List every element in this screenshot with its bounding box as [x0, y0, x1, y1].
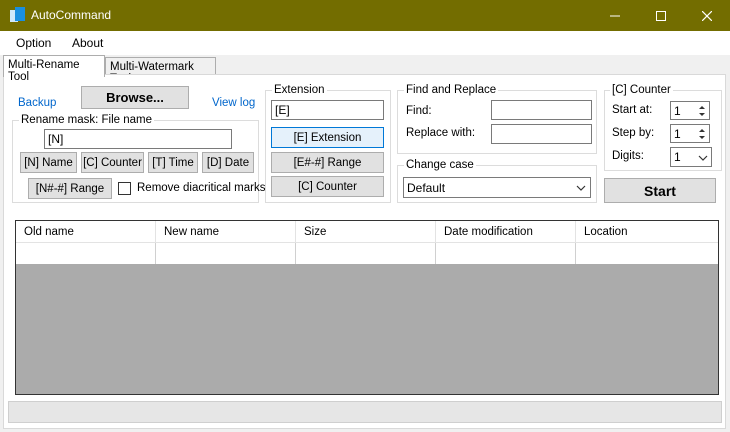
rename-mask-title: Rename mask: File name [19, 114, 155, 126]
digits-value: 1 [674, 150, 681, 164]
remove-diacritics-label: Remove diacritical marks [137, 182, 266, 194]
spinner-arrows-icon[interactable] [696, 103, 708, 119]
table-cell[interactable] [16, 243, 156, 264]
change-case-select[interactable]: Default [403, 177, 591, 198]
menu-option[interactable]: Option [16, 36, 51, 50]
window-title: AutoCommand [31, 8, 112, 22]
column-new-name[interactable]: New name [156, 221, 296, 243]
name-button[interactable]: [N] Name [20, 152, 77, 173]
find-input[interactable] [491, 100, 592, 120]
table-row[interactable] [16, 243, 718, 264]
column-date-modification[interactable]: Date modification [436, 221, 576, 243]
extension-title: Extension [272, 84, 327, 96]
date-button[interactable]: [D] Date [202, 152, 254, 173]
find-replace-title: Find and Replace [404, 84, 499, 96]
spinner-arrows-icon[interactable] [696, 126, 708, 142]
extension-counter-button[interactable]: [C] Counter [271, 176, 384, 197]
table-cell[interactable] [576, 243, 718, 264]
table-cell[interactable] [296, 243, 436, 264]
chevron-down-icon [698, 152, 708, 166]
view-log-link[interactable]: View log [212, 97, 255, 109]
start-button[interactable]: Start [604, 178, 716, 203]
counter-title: [C] Counter [610, 84, 673, 96]
digits-select[interactable]: 1 [670, 147, 712, 167]
step-by-label: Step by: [612, 127, 655, 139]
column-size[interactable]: Size [296, 221, 436, 243]
extension-range-button[interactable]: [E#-#] Range [271, 152, 384, 173]
minimize-button[interactable] [592, 0, 638, 31]
backup-link[interactable]: Backup [18, 97, 56, 109]
start-at-spinner[interactable]: 1 [670, 101, 710, 120]
change-case-value: Default [407, 181, 446, 195]
tab-multi-rename[interactable]: Multi-Rename Tool [3, 55, 105, 83]
menu-about[interactable]: About [72, 36, 103, 50]
close-button[interactable] [684, 0, 730, 31]
file-grid[interactable]: Old name New name Size Date modification… [15, 220, 719, 395]
browse-button[interactable]: Browse... [81, 86, 189, 109]
app-icon [10, 7, 26, 23]
column-old-name[interactable]: Old name [16, 221, 156, 243]
find-label: Find: [406, 105, 432, 117]
title-bar: AutoCommand [0, 0, 730, 31]
grid-header: Old name New name Size Date modification… [16, 221, 718, 243]
start-at-label: Start at: [612, 104, 653, 116]
digits-label: Digits: [612, 150, 644, 162]
remove-diacritics-checkbox[interactable] [118, 182, 131, 195]
time-button[interactable]: [T] Time [148, 152, 198, 173]
column-location[interactable]: Location [576, 221, 718, 243]
menu-bar [0, 31, 730, 55]
extension-button[interactable]: [E] Extension [271, 127, 384, 148]
table-cell[interactable] [436, 243, 576, 264]
replace-label: Replace with: [406, 127, 476, 139]
name-range-button[interactable]: [N#-#] Range [28, 178, 112, 199]
change-case-title: Change case [404, 159, 476, 171]
extension-input[interactable]: [E] [271, 100, 384, 120]
step-by-value: 1 [674, 127, 681, 141]
chevron-down-icon [576, 182, 586, 196]
rename-mask-input[interactable]: [N] [44, 129, 232, 149]
status-bar [8, 401, 722, 423]
counter-button[interactable]: [C] Counter [81, 152, 144, 173]
step-by-spinner[interactable]: 1 [670, 124, 710, 143]
table-cell[interactable] [156, 243, 296, 264]
start-at-value: 1 [674, 104, 681, 118]
maximize-button[interactable] [638, 0, 684, 31]
replace-input[interactable] [491, 124, 592, 144]
